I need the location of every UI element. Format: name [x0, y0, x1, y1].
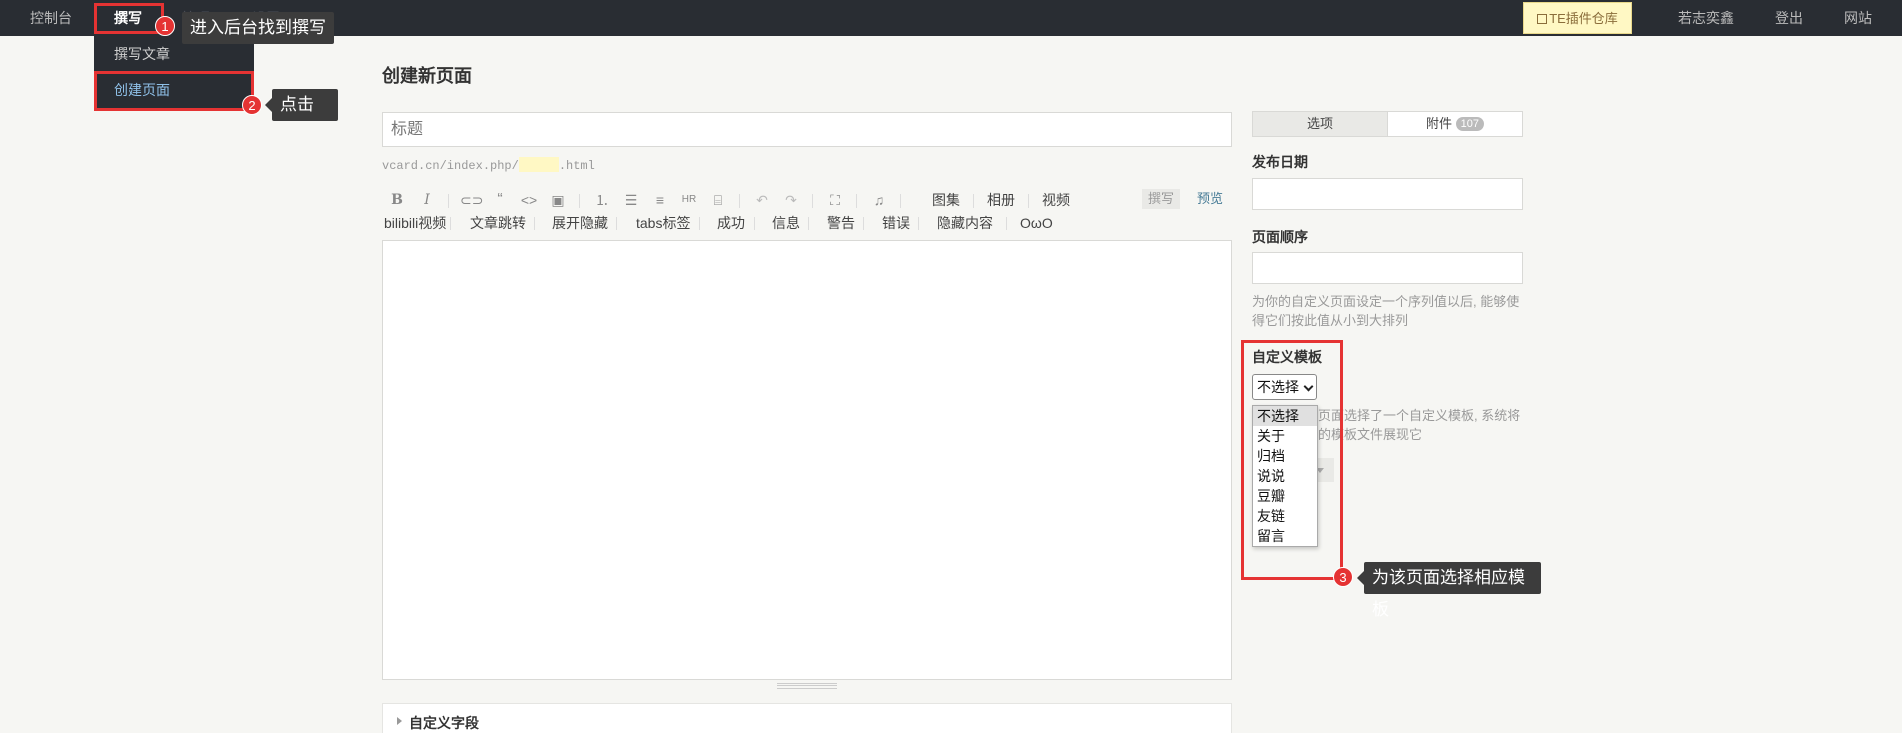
image-icon[interactable]: ▣ [547, 188, 569, 212]
tab-attachments[interactable]: 附件 107 [1388, 112, 1522, 136]
page-order-label: 页面顺序 [1252, 229, 1308, 245]
annotation-tip-2: 点击 [265, 89, 338, 121]
mode-preview-button[interactable]: 预览 [1197, 189, 1223, 209]
title-input[interactable] [382, 112, 1232, 147]
toolbar-divider [973, 194, 974, 208]
shortcode-success[interactable]: 成功 [717, 212, 745, 234]
editor-shortcode-toolbar: bilibili视频 文章跳转 展开隐藏 tabs标签 成功 信息 警告 错误 … [382, 212, 1232, 234]
plugin-store-label: TE插件仓库 [1549, 11, 1618, 26]
annotation-badge-1: 1 [155, 16, 175, 36]
shortcode-expand-hide[interactable]: 展开隐藏 [552, 212, 608, 234]
ordered-list-icon[interactable]: ⒈ [591, 188, 613, 212]
heading-icon[interactable]: ≡ [649, 188, 671, 212]
more-icon[interactable]: ⌸ [707, 188, 729, 212]
annotation-box-template [1241, 340, 1343, 580]
plugin-store-button[interactable]: TE插件仓库 [1523, 2, 1632, 34]
link-icon[interactable]: ⊂⊃ [460, 188, 483, 212]
nav-logout[interactable]: 登出 [1775, 0, 1803, 36]
toolbar-divider [856, 194, 857, 208]
unordered-list-icon[interactable]: ☰ [620, 188, 642, 212]
shortcode-warning[interactable]: 警告 [827, 212, 855, 234]
quote-icon[interactable]: “ [489, 188, 511, 212]
triangle-right-icon [397, 717, 402, 725]
publish-date-label: 发布日期 [1252, 154, 1308, 170]
plugin-box-icon [1537, 14, 1548, 24]
shortcode-tabs[interactable]: tabs标签 [636, 212, 690, 234]
editor-resize-handle[interactable] [777, 683, 837, 689]
page-order-input[interactable] [1252, 252, 1523, 284]
annotation-tip-1: 进入后台找到撰写 [182, 12, 334, 44]
page-title: 创建新页面 [382, 66, 472, 86]
music-icon[interactable]: ♫ [868, 188, 890, 212]
annotation-tip-3: 为该页面选择相应模板 [1357, 562, 1541, 619]
url-slug-field[interactable] [518, 157, 559, 172]
italic-icon[interactable]: I [416, 188, 438, 212]
hr-icon[interactable]: HR [678, 188, 700, 212]
toolbar-divider [900, 194, 901, 208]
bold-icon[interactable]: B [386, 188, 408, 212]
url-preview: vcard.cn/index.php/ .html [382, 157, 595, 173]
toolbar-album[interactable]: 相册 [987, 188, 1015, 212]
shortcode-error[interactable]: 错误 [882, 212, 910, 234]
toolbar-divider [863, 217, 864, 230]
nav-user[interactable]: 若志奕鑫 [1678, 0, 1734, 36]
fullscreen-icon[interactable]: ⛶ [824, 188, 846, 212]
editor-toolbar: B I ⊂⊃ “ <> ▣ ⒈ ☰ ≡ HR ⌸ ↶ ↷ ⛶ ♫ 图集 相册 视… [382, 188, 1232, 212]
toolbar-divider [739, 194, 740, 208]
content-editor[interactable] [382, 240, 1232, 680]
toolbar-divider [534, 217, 535, 230]
shortcode-bilibili[interactable]: bilibili视频 [384, 212, 446, 234]
undo-icon[interactable]: ↶ [751, 188, 773, 212]
shortcode-owo[interactable]: OωO [1020, 212, 1053, 234]
tab-options[interactable]: 选项 [1253, 112, 1388, 136]
toolbar-divider [1006, 217, 1007, 230]
tab-attachments-label: 附件 [1426, 116, 1453, 131]
nav-dashboard[interactable]: 控制台 [30, 0, 72, 36]
mode-write-button[interactable]: 撰写 [1142, 189, 1181, 209]
publish-date-input[interactable] [1252, 178, 1523, 210]
toolbar-divider [448, 194, 449, 208]
page-order-desc: 为你的自定义页面设定一个序列值以后, 能够使得它们按此值从小到大排列 [1252, 294, 1520, 328]
annotation-box-write [94, 3, 164, 34]
nav-website[interactable]: 网站 [1844, 0, 1872, 36]
toolbar-divider [579, 194, 580, 208]
toolbar-divider [699, 217, 700, 230]
custom-fields-section[interactable]: 自定义字段 [382, 703, 1232, 733]
url-suffix: .html [558, 159, 595, 173]
toolbar-divider [616, 217, 617, 230]
toolbar-video[interactable]: 视频 [1042, 188, 1070, 212]
shortcode-hidden-content[interactable]: 隐藏内容 [937, 212, 993, 234]
redo-icon[interactable]: ↷ [780, 188, 802, 212]
shortcode-article-jump[interactable]: 文章跳转 [470, 212, 526, 234]
shortcode-info[interactable]: 信息 [772, 212, 800, 234]
code-icon[interactable]: <> [518, 188, 540, 212]
url-prefix: vcard.cn/index.php/ [382, 159, 519, 173]
toolbar-divider [918, 217, 919, 230]
menu-write-post[interactable]: 撰写文章 [114, 36, 170, 72]
annotation-box-create-page [94, 71, 254, 111]
toolbar-divider [812, 194, 813, 208]
attachment-count-badge: 107 [1455, 117, 1484, 131]
sidebar-tabs: 选项 附件 107 [1252, 111, 1523, 137]
annotation-badge-2: 2 [242, 95, 262, 115]
toolbar-divider [450, 217, 451, 230]
toolbar-divider [1028, 194, 1029, 208]
toolbar-divider [754, 217, 755, 230]
toolbar-divider [808, 217, 809, 230]
custom-fields-label: 自定义字段 [409, 715, 479, 731]
annotation-badge-3: 3 [1333, 567, 1353, 587]
toolbar-gallery[interactable]: 图集 [932, 188, 960, 212]
